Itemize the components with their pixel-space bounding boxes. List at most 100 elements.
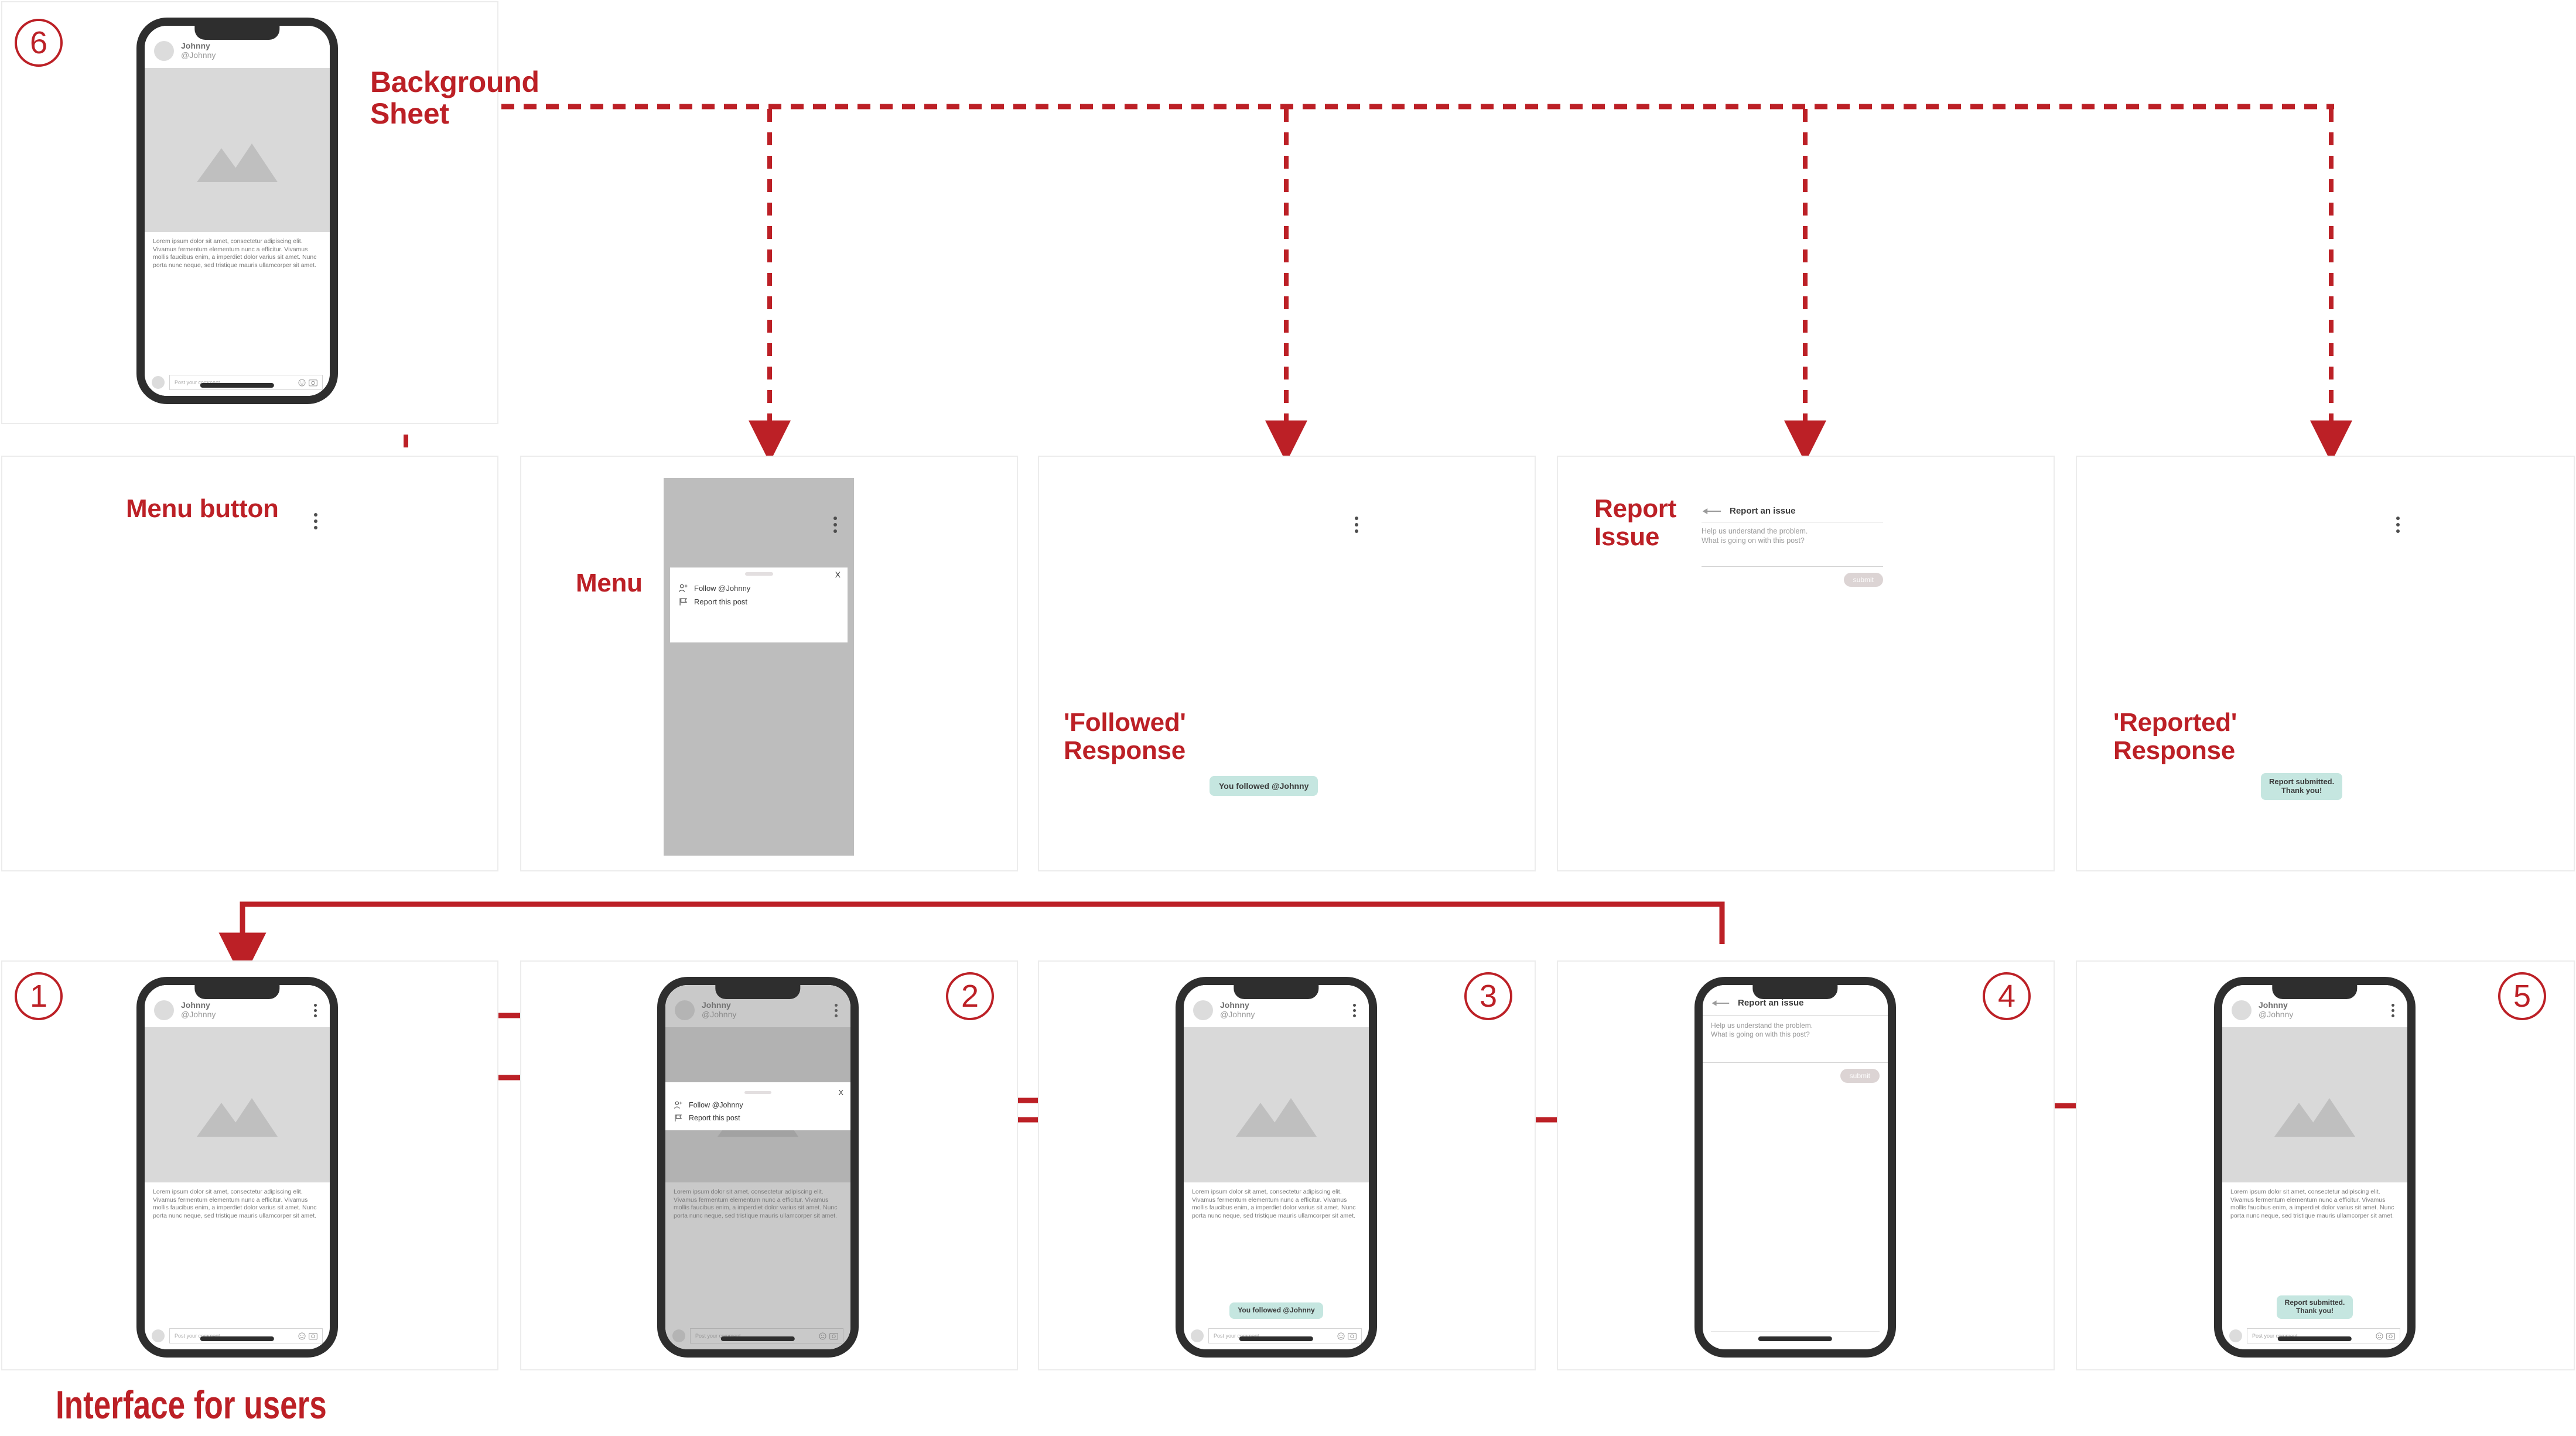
camera-icon[interactable]: [309, 379, 317, 387]
post-body: Lorem ipsum dolor sit amet, consectetur …: [1192, 1188, 1356, 1219]
annotation-menu-button: Menu button: [126, 494, 279, 523]
kebab-menu-icon[interactable]: [310, 1001, 320, 1020]
author-handle: @Johnny: [1220, 1010, 1255, 1019]
comment-input[interactable]: Post your comment...: [169, 375, 323, 390]
menu-sheet-flat: X Follow @Johnny Report this post: [670, 567, 848, 642]
author-name: Johnny: [1220, 1000, 1249, 1010]
post-media: [145, 68, 330, 232]
submit-button[interactable]: submit: [1843, 573, 1883, 587]
post-author: Johnny @Johnny: [181, 1001, 216, 1019]
post-media: [2222, 1027, 2407, 1182]
camera-icon[interactable]: [1348, 1332, 1357, 1340]
avatar: [1193, 1000, 1213, 1020]
toast-followed: You followed @Johnny: [1210, 776, 1318, 796]
back-arrow-icon[interactable]: [1711, 999, 1730, 1007]
comment-icons: [298, 379, 317, 387]
screen-feed-6: Johnny @Johnny Lorem ipsum dolor sit ame…: [145, 26, 330, 396]
report-header: Report an issue: [1702, 504, 1883, 522]
comment-icons: [1337, 1332, 1357, 1340]
screen-feed-5: Johnny @Johnny Lorem ipsum dolor sit ame…: [2222, 985, 2407, 1349]
menu-item-label: Report this post: [694, 597, 748, 606]
annotation-followed-response: 'Followed' Response: [1064, 708, 1186, 765]
submit-row: submit: [1702, 567, 1883, 587]
comment-icons: [298, 1332, 317, 1340]
menu-item-label: Report this post: [689, 1114, 740, 1122]
submit-row: submit: [1703, 1063, 1888, 1089]
flag-icon: [675, 1114, 682, 1122]
kebab-menu-icon[interactable]: [1350, 1001, 1359, 1020]
back-arrow-icon[interactable]: [1702, 507, 1721, 515]
phone-mock-2: Johnny @Johnny Lorem ipsum dolor sit ame…: [657, 977, 859, 1358]
sheet-grabber[interactable]: [744, 1090, 771, 1094]
menu-sheet: X Follow @Johnny Report this post: [665, 1082, 850, 1130]
wireframe-canvas: 6 Johnny @Johnny Lorem ipsum dolor sit a…: [0, 0, 2576, 1436]
avatar: [154, 41, 174, 61]
submit-button[interactable]: submit: [1840, 1069, 1880, 1083]
mountain-image-icon: [1236, 1097, 1317, 1137]
close-icon[interactable]: X: [838, 1088, 843, 1097]
step-number-2: 2: [946, 972, 994, 1020]
report-bottom-divider: [1711, 1331, 1880, 1332]
phone-home-indicator: [200, 383, 275, 388]
background-sheet-mock: [664, 478, 854, 856]
emoji-icon[interactable]: [298, 1332, 306, 1340]
post-body: Lorem ipsum dolor sit amet, consectetur …: [153, 1188, 317, 1219]
toast-followed: You followed @Johnny: [1229, 1302, 1323, 1319]
phone-notch: [715, 985, 801, 999]
comment-input[interactable]: Post your comment...: [169, 1328, 323, 1343]
phone-home-indicator: [1239, 1336, 1314, 1341]
menu-item-report[interactable]: Report this post: [670, 595, 848, 608]
comment-input[interactable]: Post your comment...: [1208, 1328, 1362, 1343]
camera-icon[interactable]: [2386, 1332, 2395, 1340]
report-prompt[interactable]: Help us understand the problem. What is …: [1703, 1016, 1888, 1063]
phone-mock-4: Report an issue Help us understand the p…: [1694, 977, 1896, 1358]
avatar: [2232, 1000, 2252, 1020]
annotation-menu: Menu: [576, 569, 643, 597]
avatar: [1191, 1329, 1204, 1342]
kebab-menu-icon[interactable]: [310, 511, 321, 532]
toast-reported: Report submitted. Thank you!: [2276, 1295, 2353, 1319]
report-prompt[interactable]: Help us understand the problem. What is …: [1702, 522, 1883, 567]
person-add-icon: [679, 584, 688, 592]
step-number-1: 1: [15, 972, 63, 1020]
kebab-menu-icon[interactable]: [1351, 514, 1362, 535]
panel-followed-response: [1038, 456, 1536, 871]
avatar: [154, 1000, 174, 1020]
kebab-menu-icon[interactable]: [2393, 514, 2403, 535]
author-name: Johnny: [2259, 1000, 2288, 1010]
annotation-background-sheet: Background Sheet: [370, 66, 539, 130]
author-name: Johnny: [181, 1000, 210, 1010]
emoji-icon[interactable]: [2376, 1332, 2383, 1340]
background-sheet-dim[interactable]: [665, 985, 850, 1349]
phone-notch: [194, 26, 280, 40]
close-icon[interactable]: X: [835, 570, 841, 579]
comment-icons: [2376, 1332, 2395, 1340]
phone-home-indicator: [2277, 1336, 2352, 1341]
phone-notch: [1234, 985, 1319, 999]
menu-item-follow[interactable]: Follow @Johnny: [665, 1099, 850, 1112]
phone-notch: [2272, 985, 2358, 999]
emoji-icon[interactable]: [1337, 1332, 1345, 1340]
sheet-grabber[interactable]: [744, 572, 773, 576]
avatar: [152, 376, 165, 389]
menu-item-report[interactable]: Report this post: [665, 1112, 850, 1124]
author-handle: @Johnny: [181, 50, 216, 60]
emoji-icon[interactable]: [298, 379, 306, 387]
menu-item-label: Follow @Johnny: [689, 1101, 743, 1109]
author-handle: @Johnny: [2259, 1010, 2294, 1019]
menu-item-label: Follow @Johnny: [694, 584, 751, 593]
comment-input[interactable]: Post your comment...: [2247, 1328, 2400, 1343]
kebab-menu-icon[interactable]: [2388, 1001, 2398, 1020]
phone-home-indicator: [1758, 1336, 1833, 1341]
menu-item-follow[interactable]: Follow @Johnny: [670, 582, 848, 595]
report-form-flat: Report an issue Help us understand the p…: [1702, 504, 1883, 615]
kebab-menu-icon[interactable]: [830, 514, 841, 535]
avatar: [152, 1329, 165, 1342]
step-number-3: 3: [1464, 972, 1512, 1020]
camera-icon[interactable]: [309, 1332, 317, 1340]
phone-mock-3: Johnny @Johnny Lorem ipsum dolor sit ame…: [1176, 977, 1377, 1358]
